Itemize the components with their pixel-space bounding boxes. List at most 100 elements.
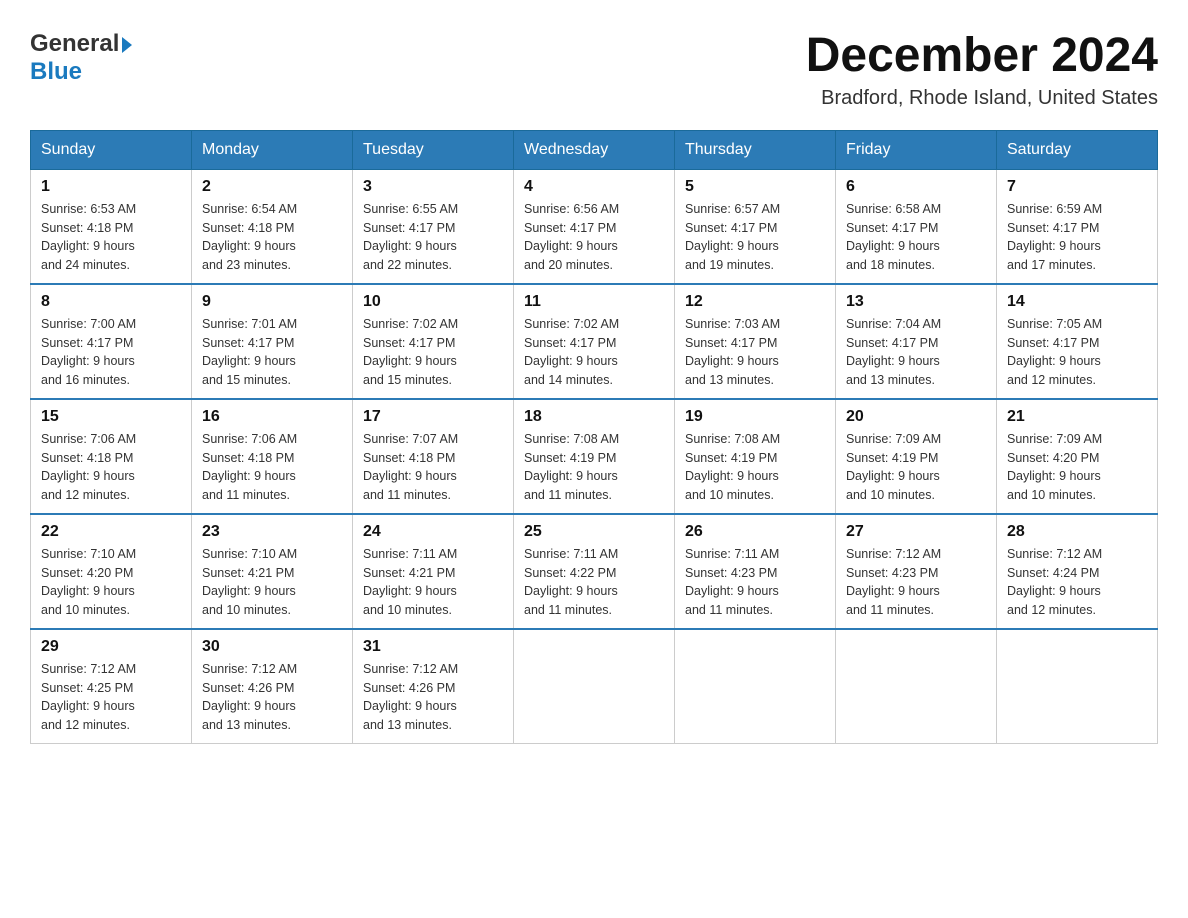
table-row: 31 Sunrise: 7:12 AMSunset: 4:26 PMDayligh…	[353, 629, 514, 744]
day-info: Sunrise: 7:07 AMSunset: 4:18 PMDaylight:…	[363, 430, 503, 505]
day-number: 19	[685, 408, 825, 426]
day-info: Sunrise: 6:59 AMSunset: 4:17 PMDaylight:…	[1007, 200, 1147, 275]
col-friday: Friday	[836, 130, 997, 169]
day-info: Sunrise: 6:57 AMSunset: 4:17 PMDaylight:…	[685, 200, 825, 275]
day-number: 27	[846, 523, 986, 541]
title-section: December 2024 Bradford, Rhode Island, Un…	[806, 30, 1158, 110]
table-row: 30Sunrise: 7:12 AMSunset: 4:26 PMDayligh…	[192, 629, 353, 744]
day-number: 18	[524, 408, 664, 426]
day-number: 11	[524, 293, 664, 311]
day-number: 23	[202, 523, 342, 541]
day-info: Sunrise: 7:04 AMSunset: 4:17 PMDaylight:…	[846, 315, 986, 390]
table-row: 8Sunrise: 7:00 AMSunset: 4:17 PMDaylight…	[31, 284, 192, 399]
day-number: 6	[846, 178, 986, 196]
table-row: 18Sunrise: 7:08 AMSunset: 4:19 PMDayligh…	[514, 399, 675, 514]
table-row: 16 Sunrise: 7:06 AMSunset: 4:18 PMDayligh…	[192, 399, 353, 514]
day-info: Sunrise: 7:08 AMSunset: 4:19 PMDaylight:…	[685, 430, 825, 505]
day-info: Sunrise: 7:11 AMSunset: 4:21 PMDaylight:…	[363, 545, 503, 620]
day-number: 4	[524, 178, 664, 196]
table-row: 17 Sunrise: 7:07 AMSunset: 4:18 PMDayligh…	[353, 399, 514, 514]
day-info: Sunrise: 7:10 AMSunset: 4:20 PMDaylight:…	[41, 545, 181, 620]
day-info: Sunrise: 7:02 AMSunset: 4:17 PMDaylight:…	[363, 315, 503, 390]
table-row: 6 Sunrise: 6:58 AMSunset: 4:17 PMDaylight…	[836, 169, 997, 284]
table-row: 22Sunrise: 7:10 AMSunset: 4:20 PMDayligh…	[31, 514, 192, 629]
page-header: General Blue December 2024 Bradford, Rho…	[30, 30, 1158, 110]
calendar-header-row: Sunday Monday Tuesday Wednesday Thursday…	[31, 130, 1158, 169]
day-info: Sunrise: 7:12 AMSunset: 4:26 PMDaylight:…	[202, 660, 342, 735]
table-row: 28Sunrise: 7:12 AMSunset: 4:24 PMDayligh…	[997, 514, 1158, 629]
day-number: 10	[363, 293, 503, 311]
day-info: Sunrise: 6:54 AMSunset: 4:18 PMDaylight:…	[202, 200, 342, 275]
table-row: 10 Sunrise: 7:02 AMSunset: 4:17 PMDayligh…	[353, 284, 514, 399]
day-number: 15	[41, 408, 181, 426]
table-row: 25Sunrise: 7:11 AMSunset: 4:22 PMDayligh…	[514, 514, 675, 629]
day-info: Sunrise: 7:01 AMSunset: 4:17 PMDaylight:…	[202, 315, 342, 390]
table-row: 29 Sunrise: 7:12 AMSunset: 4:25 PMDayligh…	[31, 629, 192, 744]
calendar-week-5: 29 Sunrise: 7:12 AMSunset: 4:25 PMDayligh…	[31, 629, 1158, 744]
calendar-week-4: 22Sunrise: 7:10 AMSunset: 4:20 PMDayligh…	[31, 514, 1158, 629]
day-number: 29	[41, 638, 181, 656]
logo-general-text: General	[30, 30, 119, 58]
calendar-week-3: 15 Sunrise: 7:06 AMSunset: 4:18 PMDayligh…	[31, 399, 1158, 514]
table-row: 11Sunrise: 7:02 AMSunset: 4:17 PMDayligh…	[514, 284, 675, 399]
day-info: Sunrise: 6:53 AMSunset: 4:18 PMDaylight:…	[41, 200, 181, 275]
calendar-week-2: 8Sunrise: 7:00 AMSunset: 4:17 PMDaylight…	[31, 284, 1158, 399]
day-info: Sunrise: 7:03 AMSunset: 4:17 PMDaylight:…	[685, 315, 825, 390]
table-row: 21 Sunrise: 7:09 AMSunset: 4:20 PMDayligh…	[997, 399, 1158, 514]
calendar-week-1: 1 Sunrise: 6:53 AMSunset: 4:18 PMDaylight…	[31, 169, 1158, 284]
table-row: 9 Sunrise: 7:01 AMSunset: 4:17 PMDaylight…	[192, 284, 353, 399]
table-row	[997, 629, 1158, 744]
day-info: Sunrise: 6:58 AMSunset: 4:17 PMDaylight:…	[846, 200, 986, 275]
col-wednesday: Wednesday	[514, 130, 675, 169]
day-number: 7	[1007, 178, 1147, 196]
day-number: 21	[1007, 408, 1147, 426]
day-number: 12	[685, 293, 825, 311]
table-row: 12 Sunrise: 7:03 AMSunset: 4:17 PMDayligh…	[675, 284, 836, 399]
table-row: 27Sunrise: 7:12 AMSunset: 4:23 PMDayligh…	[836, 514, 997, 629]
table-row: 15 Sunrise: 7:06 AMSunset: 4:18 PMDayligh…	[31, 399, 192, 514]
logo-arrow-icon	[122, 37, 132, 53]
day-info: Sunrise: 7:11 AMSunset: 4:23 PMDaylight:…	[685, 545, 825, 620]
table-row: 24 Sunrise: 7:11 AMSunset: 4:21 PMDayligh…	[353, 514, 514, 629]
day-info: Sunrise: 7:09 AMSunset: 4:20 PMDaylight:…	[1007, 430, 1147, 505]
logo: General Blue	[30, 30, 132, 86]
day-number: 31	[363, 638, 503, 656]
day-number: 9	[202, 293, 342, 311]
day-info: Sunrise: 6:56 AMSunset: 4:17 PMDaylight:…	[524, 200, 664, 275]
day-info: Sunrise: 7:00 AMSunset: 4:17 PMDaylight:…	[41, 315, 181, 390]
table-row: 13 Sunrise: 7:04 AMSunset: 4:17 PMDayligh…	[836, 284, 997, 399]
day-number: 2	[202, 178, 342, 196]
day-info: Sunrise: 6:55 AMSunset: 4:17 PMDaylight:…	[363, 200, 503, 275]
table-row	[836, 629, 997, 744]
day-number: 14	[1007, 293, 1147, 311]
col-monday: Monday	[192, 130, 353, 169]
logo-general-row: General	[30, 30, 132, 58]
day-info: Sunrise: 7:11 AMSunset: 4:22 PMDaylight:…	[524, 545, 664, 620]
table-row: 7 Sunrise: 6:59 AMSunset: 4:17 PMDaylight…	[997, 169, 1158, 284]
day-number: 28	[1007, 523, 1147, 541]
table-row: 3 Sunrise: 6:55 AMSunset: 4:17 PMDaylight…	[353, 169, 514, 284]
day-number: 13	[846, 293, 986, 311]
table-row: 19 Sunrise: 7:08 AMSunset: 4:19 PMDayligh…	[675, 399, 836, 514]
table-row	[514, 629, 675, 744]
table-row: 4 Sunrise: 6:56 AMSunset: 4:17 PMDaylight…	[514, 169, 675, 284]
day-info: Sunrise: 7:06 AMSunset: 4:18 PMDaylight:…	[202, 430, 342, 505]
day-info: Sunrise: 7:10 AMSunset: 4:21 PMDaylight:…	[202, 545, 342, 620]
table-row: 1 Sunrise: 6:53 AMSunset: 4:18 PMDaylight…	[31, 169, 192, 284]
day-number: 5	[685, 178, 825, 196]
day-number: 3	[363, 178, 503, 196]
day-number: 16	[202, 408, 342, 426]
day-info: Sunrise: 7:09 AMSunset: 4:19 PMDaylight:…	[846, 430, 986, 505]
col-sunday: Sunday	[31, 130, 192, 169]
col-tuesday: Tuesday	[353, 130, 514, 169]
day-info: Sunrise: 7:12 AMSunset: 4:25 PMDaylight:…	[41, 660, 181, 735]
logo-blue-text: Blue	[30, 58, 82, 86]
day-number: 1	[41, 178, 181, 196]
table-row: 5 Sunrise: 6:57 AMSunset: 4:17 PMDaylight…	[675, 169, 836, 284]
col-saturday: Saturday	[997, 130, 1158, 169]
day-number: 17	[363, 408, 503, 426]
day-info: Sunrise: 7:12 AMSunset: 4:26 PMDaylight:…	[363, 660, 503, 735]
day-info: Sunrise: 7:06 AMSunset: 4:18 PMDaylight:…	[41, 430, 181, 505]
day-number: 24	[363, 523, 503, 541]
table-row: 2 Sunrise: 6:54 AMSunset: 4:18 PMDaylight…	[192, 169, 353, 284]
